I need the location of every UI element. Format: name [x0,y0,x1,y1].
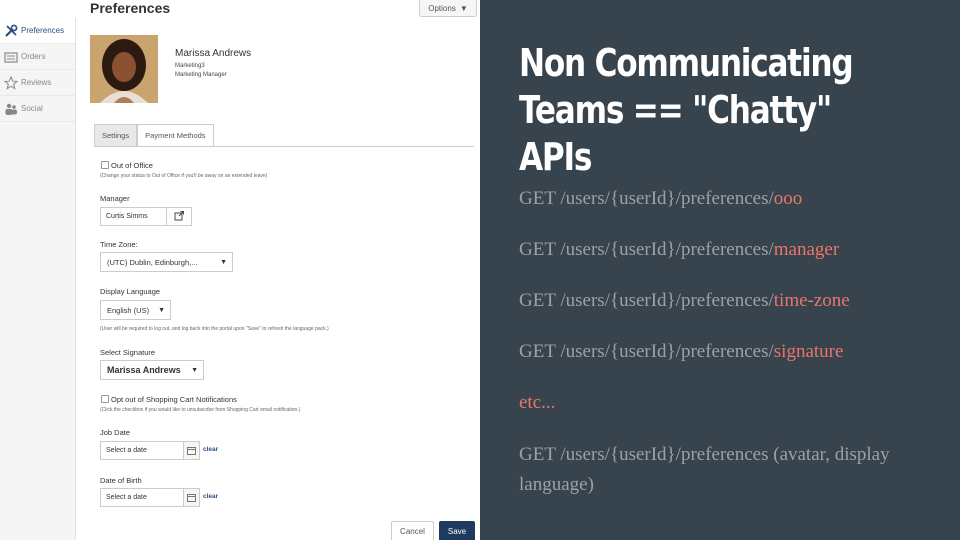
sidebar: Preferences Orders Reviews Social [0,18,76,540]
api-base: GET /users/{userId}/preferences/ [519,188,774,209]
shopping-cart-optout-note: (Click the checkbox if you would like to… [100,407,301,413]
api-endpoint-time-zone: GET /users/{userId}/preferences/time-zon… [519,290,850,312]
avatar [90,35,158,103]
manager-label: Manager [100,194,130,203]
display-language-note: (User will be required to log out, and l… [100,326,329,332]
sidebar-item-label: Orders [21,52,46,61]
sidebar-item-social[interactable]: Social [0,96,75,122]
api-etc: etc... [519,392,556,413]
api-suffix: ooo [773,188,803,209]
profile-name: Marissa Andrews [175,48,252,59]
timezone-value: (UTC) Dublin, Edinburgh,... [107,257,198,267]
orders-icon [4,50,18,64]
signature-label: Select Signature [100,348,156,357]
out-of-office-note: (Change your status to Out of Office if … [100,173,268,179]
job-date-input[interactable]: Select a date [100,441,184,460]
out-of-office-checkbox[interactable] [101,161,109,169]
caret-down-icon: ▼ [158,306,165,314]
calendar-icon [187,442,196,460]
slide-title-line-2: Teams == "Chatty" APIs [519,88,832,179]
dob-calendar-button[interactable] [183,488,200,507]
caret-down-icon: ▼ [220,258,227,266]
manager-field[interactable]: Curtis Simms [100,207,167,226]
options-button[interactable]: Options ▼ [419,0,477,17]
preferences-screenshot: Preferences Orders Reviews Social Prefer… [0,0,480,540]
api-endpoint-ooo: GET /users/{userId}/preferences/ooo [519,188,802,210]
timezone-select[interactable]: (UTC) Dublin, Edinburgh,... ▼ [100,252,233,272]
dob-label: Date of Birth [100,476,142,485]
sidebar-item-preferences[interactable]: Preferences [0,18,75,44]
page-title: Preferences [90,0,171,16]
dob-input[interactable]: Select a date [100,488,184,507]
api-suffix: time-zone [773,290,850,311]
job-date-clear-link[interactable]: clear [203,446,218,453]
sidebar-item-label: Reviews [21,78,52,87]
api-base: GET /users/{userId}/preferences/ [519,341,774,362]
star-icon [4,75,18,90]
out-of-office-label: Out of Office [111,161,153,170]
api-endpoint-preferences: GET /users/{userId}/preferences (avatar,… [519,444,890,495]
sidebar-item-label: Preferences [21,26,65,35]
api-base: GET /users/{userId}/preferences/ [519,290,774,311]
signature-value: Marissa Andrews [107,365,181,375]
shopping-cart-optout-checkbox[interactable] [101,395,109,403]
job-date-label: Job Date [100,428,131,437]
options-label: Options [428,3,456,13]
signature-select[interactable]: Marissa Andrews ▼ [100,360,204,380]
people-icon [4,102,18,116]
api-endpoint-signature: GET /users/{userId}/preferences/signatur… [519,341,843,363]
timezone-label: Time Zone: [100,240,138,249]
calendar-icon [187,489,196,507]
save-button[interactable]: Save [439,521,475,540]
shopping-cart-optout-label: Opt out of Shopping Cart Notifications [111,395,237,404]
sidebar-item-reviews[interactable]: Reviews [0,70,75,96]
external-link-icon [174,208,184,226]
api-suffix: signature [773,341,844,362]
slide-panel: Non Communicating Teams == "Chatty" APIs… [480,0,960,540]
manager-open-button[interactable] [166,207,192,226]
profile-department: Marketing3 [175,63,205,69]
display-language-label: Display Language [100,287,161,296]
display-language-value: English (US) [107,305,150,315]
tab-divider [94,146,474,147]
caret-down-icon: ▼ [459,3,468,13]
tab-payment-methods[interactable]: Payment Methods [137,124,214,146]
caret-down-icon: ▼ [191,366,198,374]
sidebar-item-label: Social [21,104,43,113]
api-suffix: manager [773,239,840,260]
sidebar-item-orders[interactable]: Orders [0,44,75,70]
slide-title: Non Communicating Teams == "Chatty" APIs [519,40,863,181]
api-endpoint-manager: GET /users/{userId}/preferences/manager [519,239,839,261]
job-date-calendar-button[interactable] [183,441,200,460]
display-language-select[interactable]: English (US) ▼ [100,300,171,320]
tab-settings[interactable]: Settings [94,124,138,146]
dob-clear-link[interactable]: clear [203,493,218,500]
cancel-button[interactable]: Cancel [391,521,434,540]
tabs: Settings Payment Methods [94,124,214,146]
slide-title-line-1: Non Communicating [519,41,854,85]
wrench-screwdriver-icon [4,24,18,38]
api-base: GET /users/{userId}/preferences/ [519,239,774,260]
profile-job-title: Marketing Manager [175,72,227,78]
